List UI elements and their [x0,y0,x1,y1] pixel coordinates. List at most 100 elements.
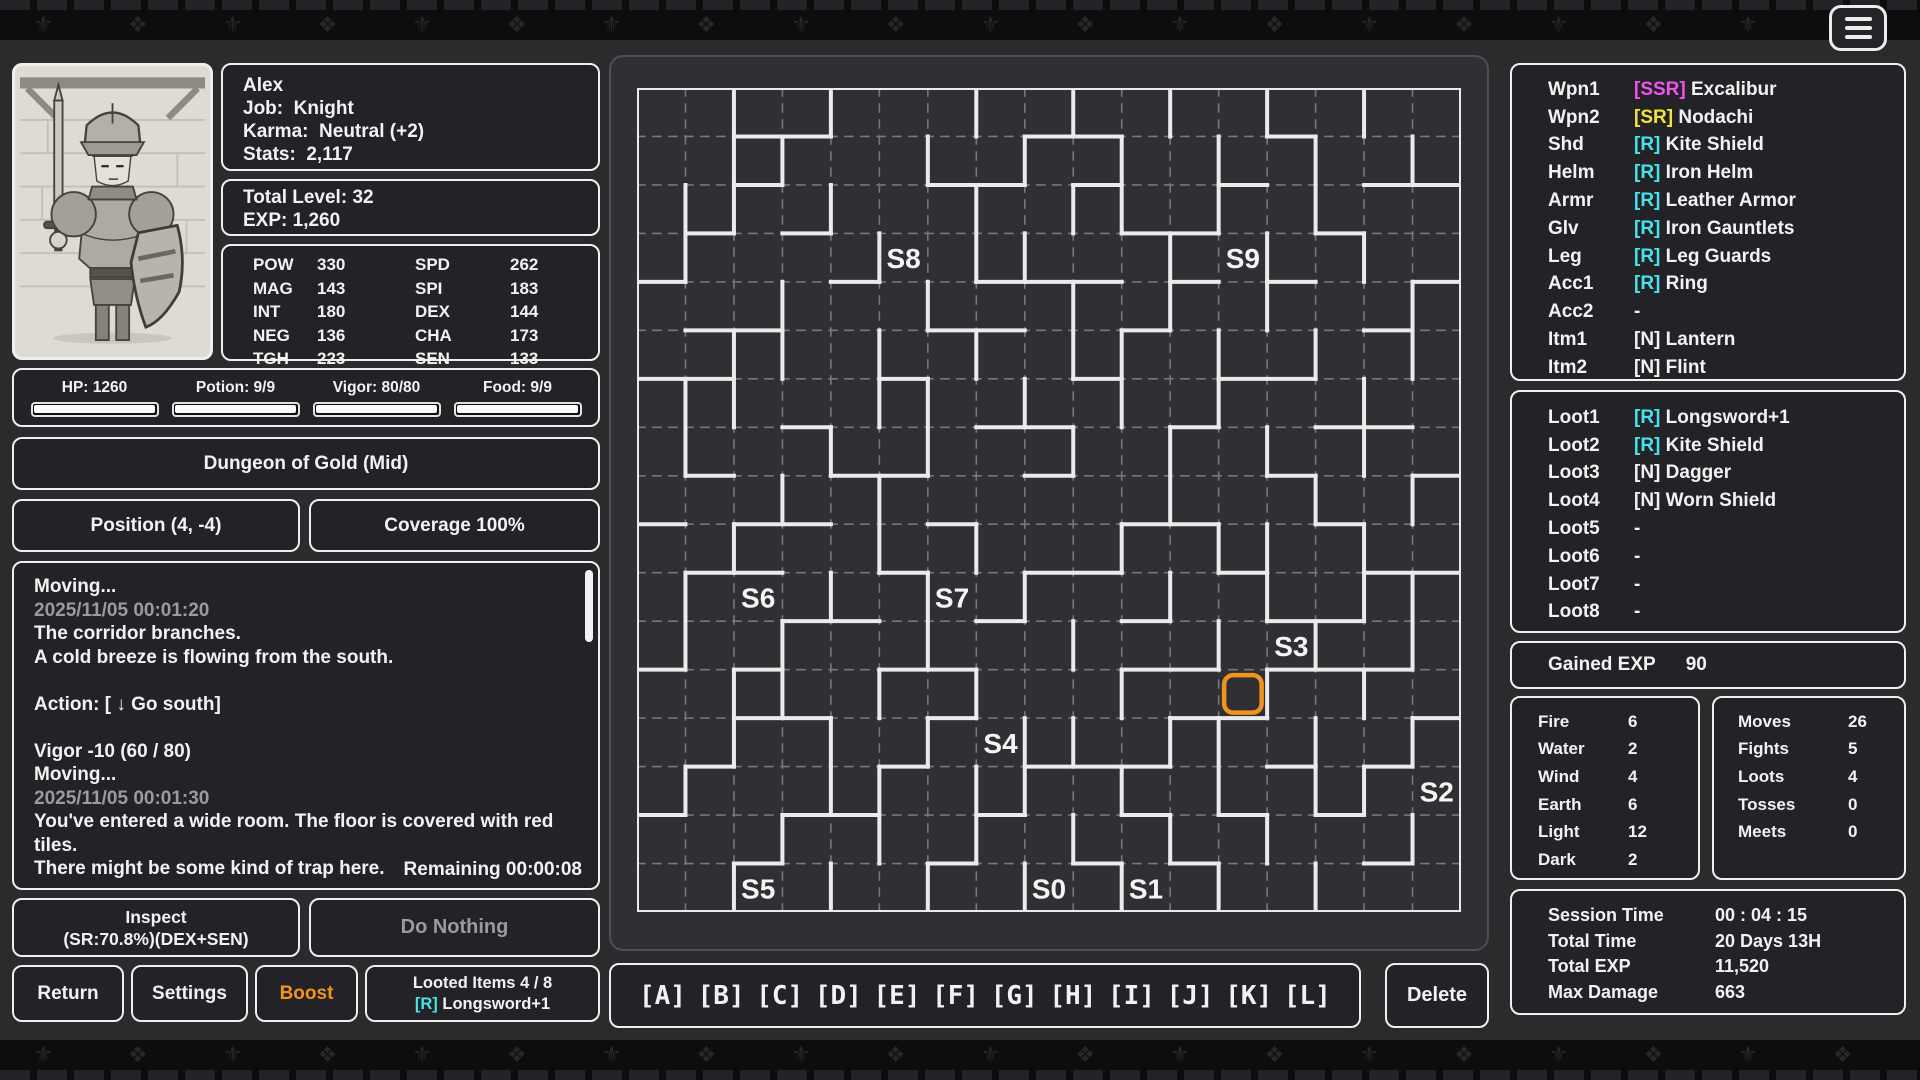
loot-row: Loot3[N] Dagger [1548,460,1904,488]
room-label-S4: S4 [983,728,1018,759]
rarity-tag: [N] [1634,357,1660,378]
looted-latest-item: [R] Longsword+1 [415,994,550,1015]
counter-value: 20 Days 13H [1715,931,1821,952]
log-line: Moving... [34,575,578,599]
item-value: [R] Leg Guards [1634,246,1771,268]
session-stat-row: Session Time00 : 04 : 15 [1548,903,1904,929]
rarity-tag: [R] [1634,273,1660,294]
rarity-tag: [R] [1634,435,1660,456]
map-letter-button[interactable]: [F] [932,981,979,1011]
delete-button[interactable]: Delete [1385,963,1489,1028]
rarity-tag: [SR] [1634,107,1673,128]
item-value: [R] Kite Shield [1634,134,1764,156]
map-letter-button[interactable]: [K] [1225,981,1272,1011]
slot-label: Helm [1548,162,1634,184]
inspect-button[interactable]: Inspect (SR:70.8%)(DEX+SEN) [12,898,300,957]
stat-label: SEN [415,349,510,369]
boost-label: Boost [280,983,334,1005]
position-panel: Position (4, -4) [12,499,300,552]
map-letter-button[interactable]: [B] [698,981,745,1011]
slot-label: Loot6 [1548,546,1634,568]
boost-button[interactable]: Boost [255,965,358,1022]
map-letter-button[interactable]: [D] [815,981,862,1011]
counter-value: 663 [1715,982,1745,1003]
stat-value: 133 [510,349,570,369]
map-letter-button[interactable]: [G] [991,981,1038,1011]
stat-value: 183 [510,279,570,299]
counter-label: Light [1538,822,1628,842]
equipment-row: Helm[R] Iron Helm [1548,159,1904,187]
counter-label: Dark [1538,850,1628,870]
counter-label: Meets [1738,822,1848,842]
item-value: [R] Iron Gauntlets [1634,218,1794,240]
map-letter-button[interactable]: [I] [1108,981,1155,1011]
slot-label: Loot3 [1548,462,1634,484]
adventure-log-panel: Moving...2025/11/05 00:01:20The corridor… [12,561,600,890]
counter-label: Wind [1538,767,1628,787]
slot-label: Acc2 [1548,301,1634,323]
counter-label: Loots [1738,767,1848,787]
item-value: - [1634,301,1640,323]
slot-label: Loot7 [1548,574,1634,596]
rarity-tag: [R] [1634,246,1660,267]
resource-gauge: Food: 9/9 [454,379,582,417]
stat-label: DEX [415,302,510,322]
settings-button[interactable]: Settings [131,965,248,1022]
looted-count: Looted Items 4 / 8 [413,973,552,994]
map-letter-button[interactable]: [A] [639,981,686,1011]
fleur-de-lis-ornament-row: ⚜ ❖ ⚜ ❖ ⚜ ❖ ⚜ ❖ ⚜ ❖ ⚜ ❖ ⚜ ❖ ⚜ ❖ ⚜ ❖ ⚜ ❖ … [0,1040,1920,1070]
stat-value: 262 [510,255,570,275]
session-stat-row: Max Damage663 [1548,980,1904,1006]
equipment-row: Armr[R] Leather Armor [1548,187,1904,215]
item-value: [R] Longsword+1 [1634,407,1790,429]
map-letter-button[interactable]: [J] [1167,981,1214,1011]
inspect-label: Inspect [125,906,186,928]
exp: EXP: 1,260 [243,209,578,232]
item-value: - [1634,546,1640,568]
map-letter-button[interactable]: [E] [874,981,921,1011]
element-counter-row: Wind4 [1538,763,1698,791]
looted-items-button[interactable]: Looted Items 4 / 8 [R] Longsword+1 [365,965,600,1022]
map-letter-button[interactable]: [C] [756,981,803,1011]
do-nothing-button[interactable]: Do Nothing [309,898,600,957]
return-button[interactable]: Return [12,965,124,1022]
map-letter-button[interactable]: [L] [1284,981,1331,1011]
slot-label: Glv [1548,218,1634,240]
stat-value: 223 [317,349,415,369]
stat-label: MAG [253,279,317,299]
element-counter-row: Earth6 [1538,791,1698,819]
room-label-S0: S0 [1032,873,1066,904]
resource-bar [313,402,441,417]
equipment-row: Shd[R] Kite Shield [1548,132,1904,160]
stat-value: 180 [317,302,415,322]
coverage-panel: Coverage 100% [309,499,600,552]
stat-value: 330 [317,255,415,275]
equipment-row: Wpn2[SR] Nodachi [1548,104,1904,132]
log-lines: Moving...2025/11/05 00:01:20The corridor… [34,575,578,881]
level-panel: Total Level: 32 EXP: 1,260 [221,179,600,236]
room-label-S6: S6 [741,582,775,613]
room-label-S1: S1 [1129,873,1163,904]
log-line: Vigor -10 (60 / 80) [34,740,578,764]
item-value: [R] Ring [1634,273,1708,295]
log-scrollbar[interactable] [585,570,593,642]
delete-label: Delete [1407,984,1467,1007]
hamburger-icon [1845,35,1872,39]
total-level: Total Level: 32 [243,186,578,209]
dungeon-name-panel: Dungeon of Gold (Mid) [12,437,600,490]
counter-value: 0 [1848,822,1857,842]
hamburger-menu-button[interactable] [1829,5,1887,51]
game-screen: ⚜ ❖ ⚜ ❖ ⚜ ❖ ⚜ ❖ ⚜ ❖ ⚜ ❖ ⚜ ❖ ⚜ ❖ ⚜ ❖ ⚜ ❖ … [0,0,1920,1080]
loot-row: Loot6- [1548,543,1904,571]
knight-illustration [20,71,205,352]
map-letter-button[interactable]: [H] [1049,981,1096,1011]
loot-row: Loot1[R] Longsword+1 [1548,404,1904,432]
fleur-de-lis-ornament-row: ⚜ ❖ ⚜ ❖ ⚜ ❖ ⚜ ❖ ⚜ ❖ ⚜ ❖ ⚜ ❖ ⚜ ❖ ⚜ ❖ ⚜ ❖ … [0,10,1920,40]
item-value: [R] Iron Helm [1634,162,1753,184]
resource-gauge: Potion: 9/9 [172,379,300,417]
counter-value: 11,520 [1715,956,1769,977]
rarity-tag: [R] [1634,407,1660,428]
gained-exp-label: Gained EXP [1548,654,1656,676]
equipment-row: Itm1[N] Lantern [1548,326,1904,354]
loot-row: Loot8- [1548,599,1904,627]
